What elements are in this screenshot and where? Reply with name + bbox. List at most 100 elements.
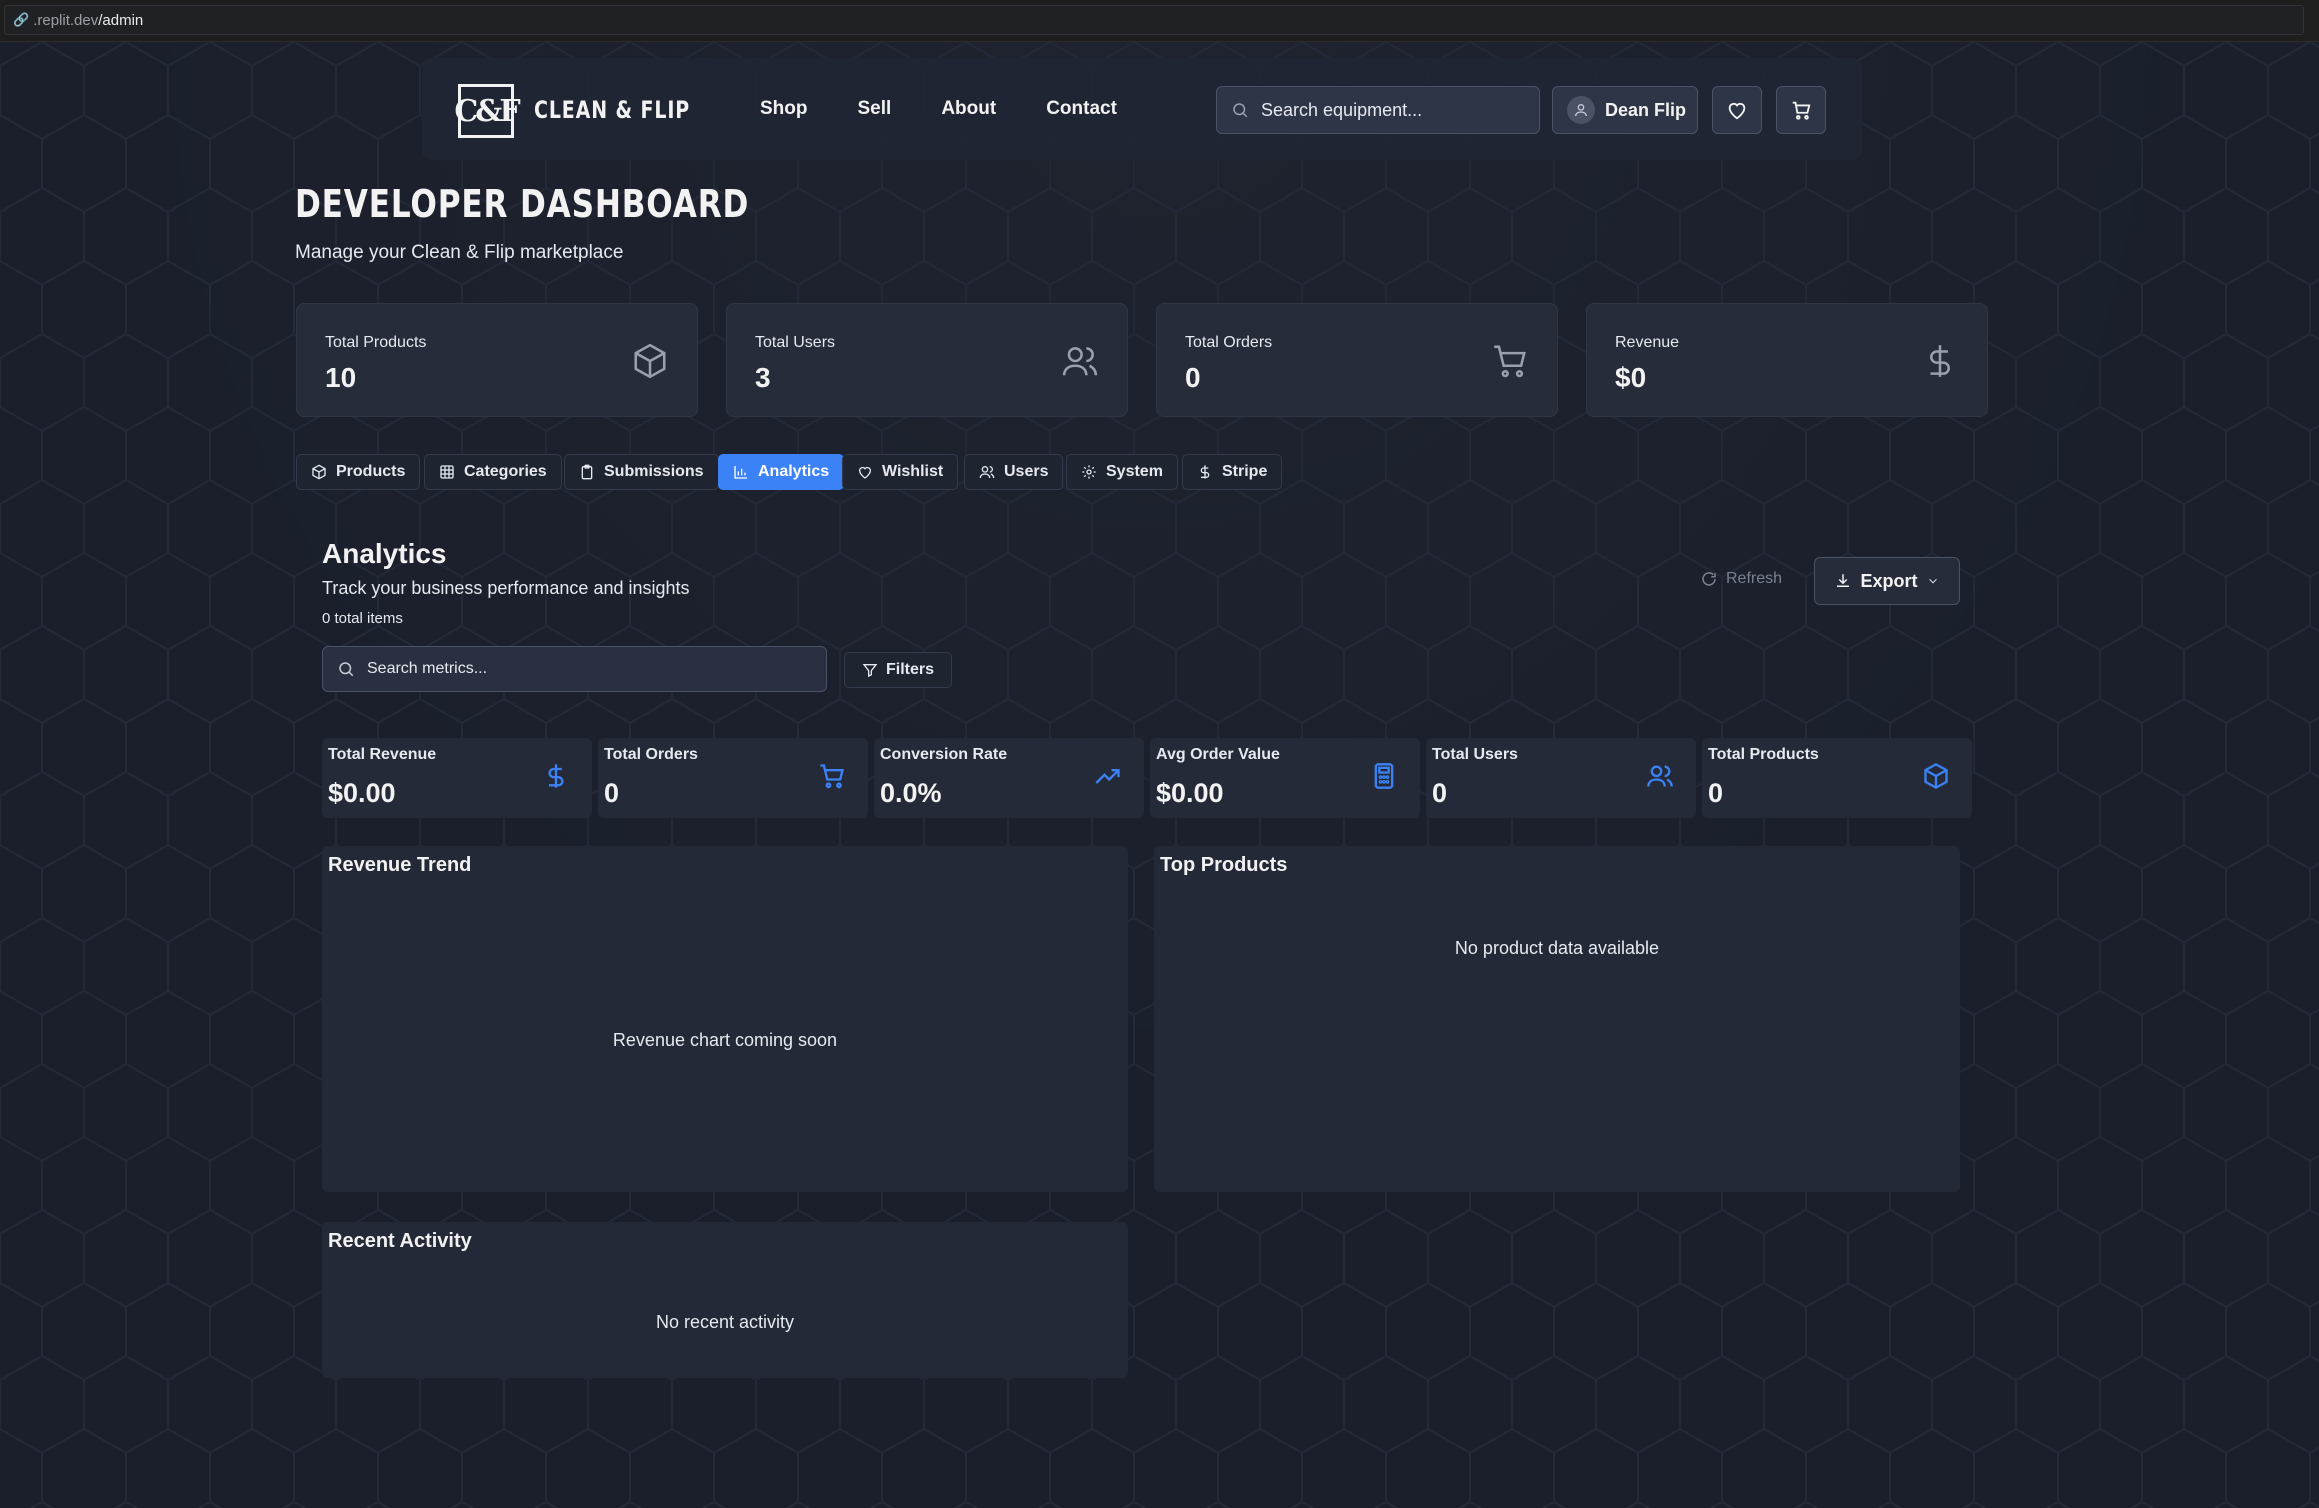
metric-card-total-revenue: Total Revenue $0.00 [322,738,592,818]
nav-about[interactable]: About [941,98,996,120]
top-products-panel: Top Products No product data available [1154,846,1960,1192]
user-menu-button[interactable]: Dean Flip [1552,86,1698,134]
empty-state: Revenue chart coming soon [612,1030,838,1050]
url-path: /admin [98,11,144,29]
users-icon [979,466,995,479]
metric-label: Total Users [1432,746,1518,763]
wishlist-button[interactable] [1712,86,1762,134]
recent-activity-panel: Recent Activity No recent activity [322,1222,1128,1378]
stat-value: $0 [1615,362,1647,393]
metric-label: Total Products [1708,746,1819,763]
search-placeholder: Search equipment... [1261,99,1423,120]
nav-shop[interactable]: Shop [760,98,808,120]
filters-button[interactable]: Filters [844,652,952,688]
metric-label: Conversion Rate [880,746,1008,763]
dollar-icon [1200,465,1210,479]
tab-label: System [1106,463,1163,480]
download-icon [1837,574,1850,587]
heart-icon [859,466,871,479]
tab-system[interactable]: System [1066,454,1178,490]
export-button[interactable]: Export [1814,557,1960,605]
page-subtitle: Manage your Clean & Flip marketplace [295,242,624,263]
box-icon [1924,762,1948,790]
users-icon [1062,347,1098,376]
bar-chart-icon [734,466,747,479]
search-icon [1233,103,1248,118]
stat-card-total-products: Total Products 10 [296,303,698,417]
stat-label: Revenue [1615,334,1680,351]
metric-search-input[interactable]: Search metrics... [322,646,827,692]
brand-name[interactable]: CLEAN & FLIP [534,96,690,124]
cart-icon [1494,345,1526,378]
revenue-trend-panel: Revenue Trend Revenue chart coming soon [322,846,1128,1192]
metric-label: Avg Order Value [1156,746,1280,763]
tab-label: Products [336,463,406,480]
stat-card-total-users: Total Users 3 [726,303,1128,417]
filters-label: Filters [885,661,934,678]
tab-label: Analytics [758,463,830,480]
dollar-icon [1930,345,1950,377]
link-icon: 🔗 [13,12,30,27]
calculator-icon [1374,763,1394,789]
stat-label: Total Orders [1185,334,1273,351]
user-icon [1575,104,1587,117]
metric-value: 0.0% [880,778,942,808]
refresh-button[interactable]: Refresh [1700,570,1782,588]
tab-categories[interactable]: Categories [424,454,562,490]
tab-users[interactable]: Users [964,454,1064,490]
empty-state: No recent activity [655,1312,795,1332]
panel-title: Recent Activity [328,1230,472,1252]
users-icon [1647,765,1673,787]
cart-button[interactable] [1776,86,1826,134]
export-label: Export [1860,570,1918,591]
metric-value: $0.00 [328,778,396,808]
equipment-search-input[interactable]: Search equipment... [1216,86,1540,134]
tab-wishlist[interactable]: Wishlist [842,454,959,490]
filter-icon [862,664,878,678]
grid-icon [440,465,454,479]
clipboard-icon [581,464,593,480]
stat-card-revenue: Revenue $0 [1586,303,1988,417]
tab-products[interactable]: Products [296,454,421,490]
box-icon [634,343,666,379]
stat-card-total-orders: Total Orders 0 [1156,303,1558,417]
metric-card-total-products: Total Products 0 [1702,738,1972,818]
tab-label: Wishlist [882,463,944,480]
url-host: .replit.dev [33,11,99,29]
nav-sell[interactable]: Sell [858,98,892,120]
metric-value: 0 [1432,778,1448,808]
nav-contact[interactable]: Contact [1046,98,1117,120]
stat-value: 10 [325,362,357,393]
dollar-icon [548,764,564,788]
address-field[interactable]: 🔗 .replit.dev/admin [4,5,2304,35]
metric-value: 0 [1708,778,1724,808]
refresh-icon [1702,572,1716,586]
avatar [1567,96,1595,124]
tab-label: Stripe [1222,463,1268,480]
browser-url-bar: 🔗 .replit.dev/admin [0,0,2319,42]
tab-stripe[interactable]: Stripe [1182,454,1283,490]
stat-value: 0 [1185,362,1201,393]
stat-value: 3 [755,362,771,393]
items-count: 0 total items [322,610,403,627]
metric-label: Total Orders [604,746,698,763]
logo[interactable]: C&F [454,84,521,138]
metric-card-total-users: Total Users 0 [1426,738,1696,818]
main-nav: Shop Sell About Contact [760,98,1167,120]
user-name: Dean Flip [1605,99,1687,120]
metric-card-conversion-rate: Conversion Rate 0.0% [874,738,1144,818]
metric-value: 0 [604,778,620,808]
tab-label: Submissions [604,463,704,480]
page-title: DEVELOPER DASHBOARD [295,182,750,226]
tab-submissions[interactable]: Submissions [564,454,719,490]
tab-label: Categories [464,463,547,480]
analytics-subtitle: Track your business performance and insi… [322,578,690,598]
cart-icon [820,764,844,789]
empty-state: No product data available [1454,938,1660,958]
gear-icon [1082,465,1096,479]
search-icon [339,662,354,677]
tab-analytics[interactable]: Analytics [718,454,845,490]
heart-icon [1728,103,1746,120]
trending-up-icon [1095,769,1120,784]
tab-label: Users [1004,463,1049,480]
